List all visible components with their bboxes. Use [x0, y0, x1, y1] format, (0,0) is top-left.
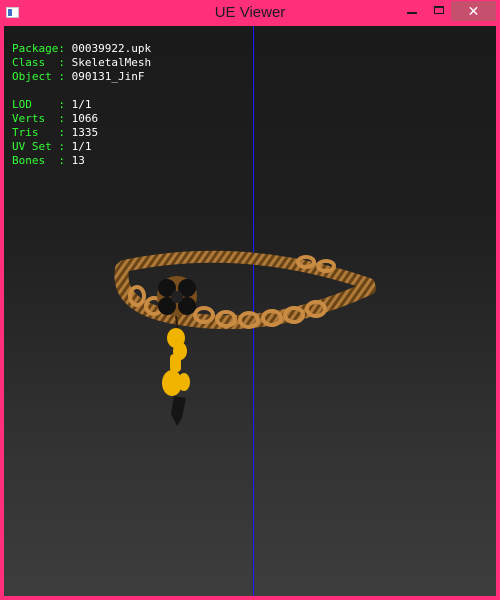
info-row-tris: Tris : 1335	[12, 126, 151, 140]
minimize-icon	[407, 12, 417, 14]
info-row-verts: Verts : 1066	[12, 112, 151, 126]
close-button[interactable]: ✕	[451, 1, 496, 21]
info-row-bones: Bones : 13	[12, 154, 151, 168]
minimize-button[interactable]	[398, 1, 426, 21]
class-label: Class :	[12, 56, 72, 69]
uvset-value: 1/1	[71, 140, 92, 153]
bones-value: 13	[71, 154, 85, 167]
package-value: 00039922.upk	[71, 42, 152, 55]
info-row-lod: LOD : 1/1	[12, 98, 151, 112]
close-icon: ✕	[467, 3, 480, 19]
info-row-class: Class : SkeletalMesh	[12, 56, 151, 70]
lod-label: LOD :	[12, 98, 72, 111]
verts-label: Verts :	[12, 112, 72, 125]
lod-value: 1/1	[71, 98, 92, 111]
uvset-label: UV Set :	[12, 140, 72, 153]
tris-label: Tris :	[12, 126, 72, 139]
3d-viewport[interactable]: Package: 00039922.upk Class : SkeletalMe…	[4, 26, 496, 596]
verts-value: 1066	[71, 112, 99, 125]
info-row-object: Object : 090131_JinF	[12, 70, 151, 84]
tris-value: 1335	[71, 126, 99, 139]
maximize-icon	[434, 6, 444, 14]
object-value: 090131_JinF	[71, 70, 145, 83]
class-value: SkeletalMesh	[71, 56, 152, 69]
mesh-info-panel: Package: 00039922.upk Class : SkeletalMe…	[12, 42, 151, 168]
maximize-button[interactable]	[425, 1, 453, 21]
info-row-uvset: UV Set : 1/1	[12, 140, 151, 154]
title-bar[interactable]: UE Viewer ✕	[0, 0, 500, 26]
bones-label: Bones :	[12, 154, 72, 167]
package-label: Package:	[12, 42, 72, 55]
info-row-package: Package: 00039922.upk	[12, 42, 151, 56]
object-label: Object :	[12, 70, 72, 83]
